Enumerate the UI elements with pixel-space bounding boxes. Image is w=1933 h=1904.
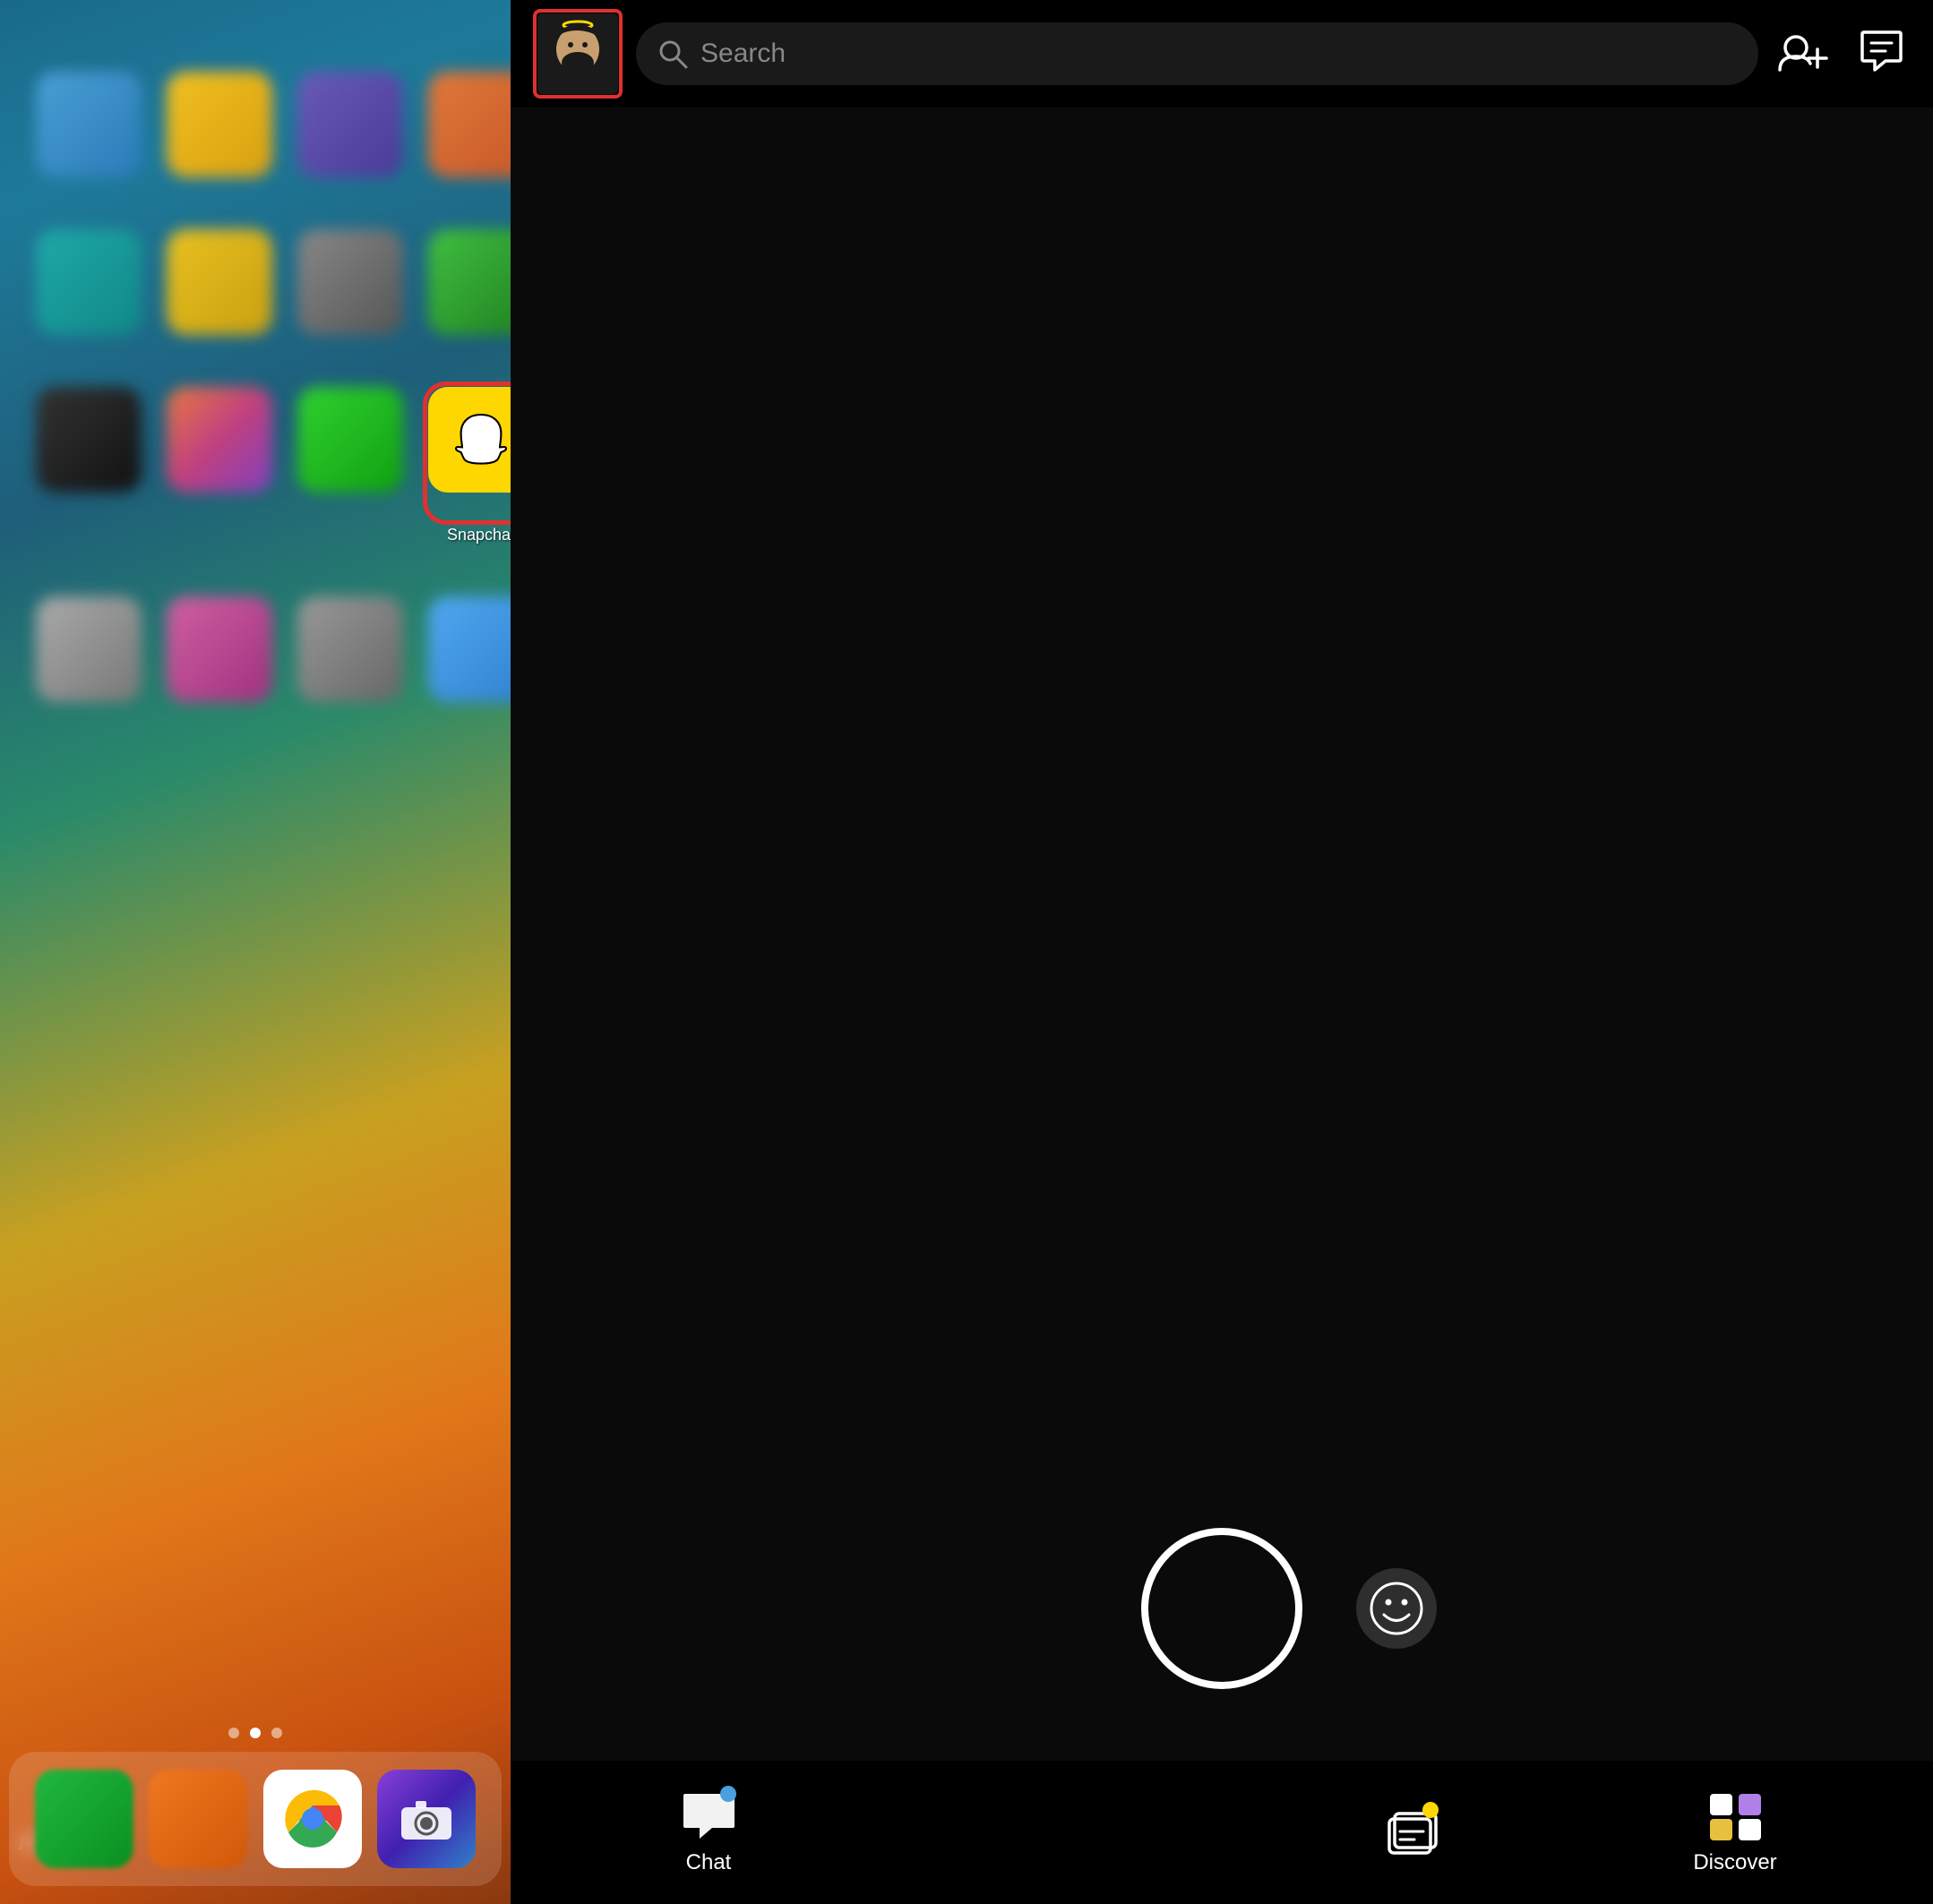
discover-nav-label: Discover [1693, 1850, 1776, 1875]
add-friend-button[interactable] [1776, 30, 1830, 79]
app-icon-purple[interactable] [297, 72, 403, 177]
snapchat-highlight-border [423, 382, 511, 525]
list-item[interactable] [167, 229, 272, 362]
android-home-screen: Snapchat APJALO [0, 0, 511, 1904]
dock-icon-chrome[interactable] [263, 1770, 362, 1868]
snapchat-app-icon-container[interactable]: Snapchat [428, 387, 511, 519]
chrome-icon [277, 1783, 348, 1855]
list-item[interactable] [297, 72, 403, 204]
page-dot-2 [250, 1728, 261, 1738]
memories-notification-dot [1422, 1802, 1439, 1818]
message-icon [1857, 27, 1906, 76]
app-icon-blue[interactable] [36, 72, 142, 177]
dock-icon-green[interactable] [35, 1770, 133, 1868]
app-icon-gray[interactable] [297, 229, 403, 335]
page-dot-3 [271, 1728, 282, 1738]
list-item[interactable] [428, 72, 511, 204]
list-item[interactable] [36, 229, 142, 362]
search-placeholder: Search [700, 39, 786, 69]
chat-nav-icon-wrap [677, 1789, 740, 1843]
camera-viewfinder [511, 107, 1933, 1761]
dock-icon-camera[interactable] [377, 1770, 476, 1868]
list-item[interactable] [167, 596, 272, 729]
list-item[interactable] [167, 387, 272, 519]
nav-item-memories[interactable] [1339, 1805, 1482, 1859]
nav-item-chat[interactable]: Chat [637, 1789, 780, 1875]
dock-icon-orange[interactable] [149, 1770, 247, 1868]
snapchat-topbar: Search [511, 0, 1933, 107]
app-icon-gray3[interactable] [297, 596, 403, 702]
chat-nav-label: Chat [686, 1850, 732, 1875]
smiley-face-icon [1370, 1582, 1423, 1635]
chat-button[interactable] [1857, 27, 1906, 81]
list-item[interactable] [36, 72, 142, 204]
camera-dock-icon [399, 1797, 453, 1841]
snapchat-screen: Search [511, 0, 1933, 1904]
list-item[interactable] [297, 229, 403, 362]
user-avatar-container[interactable] [537, 13, 618, 94]
app-icon-yellow[interactable] [167, 72, 272, 177]
list-item[interactable] [297, 387, 403, 519]
discover-nav-icon-wrap [1704, 1789, 1766, 1843]
search-icon [657, 39, 688, 69]
app-icon-yellow2[interactable] [167, 229, 272, 335]
app-icon-dark[interactable] [36, 387, 142, 493]
chat-notification-dot [720, 1786, 736, 1802]
app-icon-colorful[interactable] [167, 387, 272, 493]
topbar-right-icons [1776, 27, 1906, 81]
memories-nav-icon-wrap [1379, 1805, 1442, 1859]
list-item[interactable] [167, 72, 272, 204]
search-bar[interactable]: Search [636, 22, 1758, 85]
add-friend-icon [1776, 30, 1830, 74]
bottom-navigation: Chat [511, 1761, 1933, 1904]
camera-controls [1007, 1528, 1437, 1689]
list-item[interactable] [36, 596, 142, 729]
nav-item-discover[interactable]: Discover [1663, 1789, 1807, 1875]
app-icon-pink[interactable] [167, 596, 272, 702]
page-indicator [228, 1728, 282, 1738]
list-item[interactable] [428, 596, 511, 729]
app-icon-gray2[interactable] [36, 596, 142, 702]
avatar-highlight-border [533, 9, 623, 99]
app-icon-green2[interactable] [297, 387, 403, 493]
list-item[interactable] [428, 229, 511, 362]
app-dock [9, 1752, 502, 1886]
app-icon-green-pixel[interactable] [428, 229, 511, 335]
app-icon-orange[interactable] [428, 72, 511, 177]
lens-button[interactable] [1356, 1568, 1437, 1649]
app-grid: Snapchat [18, 54, 493, 747]
app-icon-teal[interactable] [36, 229, 142, 335]
page-dot-1 [228, 1728, 239, 1738]
snapchat-app-label: Snapchat [447, 526, 511, 545]
shutter-button[interactable] [1141, 1528, 1302, 1689]
list-item[interactable] [297, 596, 403, 729]
discover-nav-icon [1706, 1790, 1765, 1842]
app-icon-blue2[interactable] [428, 596, 511, 702]
list-item[interactable] [36, 387, 142, 519]
